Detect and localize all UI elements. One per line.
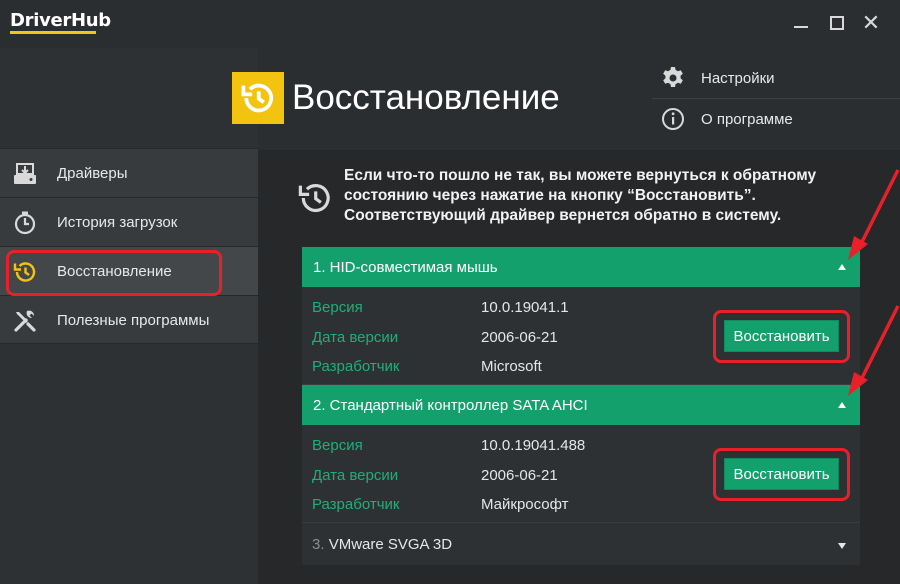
maximize-icon [830, 16, 844, 30]
about-menu-item[interactable]: О программе [652, 98, 900, 138]
driver-accordion: 1. HID-совместимая мышь Версия 10.0.1904… [302, 247, 860, 565]
version-label: Версия [312, 299, 363, 316]
caret-down-icon[interactable] [838, 543, 846, 549]
version-value: 10.0.19041.1 [481, 299, 569, 316]
info-description: Если что-то пошло не так, вы можете верн… [344, 166, 864, 226]
sidebar-item-restore[interactable]: Восстановление [0, 246, 258, 295]
title-bar: DriverHub ✕ [0, 0, 900, 48]
driver-details-1: Версия 10.0.19041.1 Дата версии 2006-06-… [302, 287, 860, 385]
page-title: Восстановление [292, 78, 560, 117]
sidebar-item-label: История загрузок [57, 214, 178, 231]
header-restore-icon [232, 72, 284, 124]
info-icon [662, 108, 684, 130]
logo-underline [10, 31, 96, 34]
caret-up-icon[interactable] [838, 402, 846, 408]
date-label: Дата версии [312, 329, 399, 346]
driver-name: VMware SVGA 3D [328, 536, 453, 553]
sidebar-item-label: Полезные программы [57, 312, 210, 329]
restore-history-icon [241, 83, 274, 113]
sidebar-item-label: Драйверы [57, 165, 128, 182]
driver-number: 3. [312, 536, 325, 553]
caret-up-icon[interactable] [838, 264, 846, 270]
driver-details-2: Версия 10.0.19041.488 Дата версии 2006-0… [302, 425, 860, 523]
driver-title: 1. HID-совместимая мышь [313, 259, 498, 276]
sidebar-item-history[interactable]: История загрузок [0, 197, 258, 246]
tools-icon [14, 310, 36, 332]
minimize-icon [794, 26, 808, 28]
info-line: Если что-то пошло не так, вы можете верн… [344, 167, 817, 184]
developer-value: Microsoft [481, 358, 542, 375]
about-label: О программе [701, 111, 793, 128]
gear-icon [663, 67, 683, 87]
info-line: Соответствующий драйвер вернется обратно… [344, 207, 782, 224]
date-value: 2006-06-21 [481, 467, 558, 484]
app-logo: DriverHub [10, 10, 111, 31]
close-button[interactable]: ✕ [860, 12, 882, 34]
sidebar-item-label: Восстановление [57, 263, 172, 280]
sidebar: Драйверы История загрузок Восстановление [0, 48, 258, 584]
driver-header-2[interactable]: 2. Стандартный контроллер SATA AHCI [302, 385, 860, 425]
sidebar-nav: Драйверы История загрузок Восстановление [0, 148, 258, 344]
top-menu: Настройки О программе [652, 58, 900, 138]
settings-label: Настройки [701, 70, 775, 87]
restore-history-icon [13, 262, 36, 282]
developer-value: Майкрософт [481, 496, 569, 513]
driver-title: 2. Стандартный контроллер SATA AHCI [313, 397, 588, 414]
date-label: Дата версии [312, 467, 399, 484]
date-value: 2006-06-21 [481, 329, 558, 346]
driver-title: 3. VMware SVGA 3D [312, 536, 452, 553]
restore-button[interactable]: Восстановить [724, 458, 839, 490]
developer-label: Разработчик [312, 496, 400, 513]
sidebar-item-drivers[interactable]: Драйверы [0, 148, 258, 197]
settings-menu-item[interactable]: Настройки [652, 58, 900, 98]
driver-header-1[interactable]: 1. HID-совместимая мышь [302, 247, 860, 287]
maximize-button[interactable] [826, 12, 848, 34]
version-value: 10.0.19041.488 [481, 437, 586, 454]
version-label: Версия [312, 437, 363, 454]
restore-button[interactable]: Восстановить [724, 320, 839, 352]
developer-label: Разработчик [312, 358, 400, 375]
close-icon: ✕ [861, 10, 881, 35]
info-line: состоянию через нажатие на кнопку “Восст… [344, 187, 756, 204]
stopwatch-icon [14, 211, 36, 235]
minimize-button[interactable] [790, 12, 812, 34]
restore-history-icon [298, 184, 330, 213]
sidebar-item-useful-programs[interactable]: Полезные программы [0, 295, 258, 344]
driver-header-3[interactable]: 3. VMware SVGA 3D [302, 523, 860, 565]
drive-icon [14, 163, 36, 184]
